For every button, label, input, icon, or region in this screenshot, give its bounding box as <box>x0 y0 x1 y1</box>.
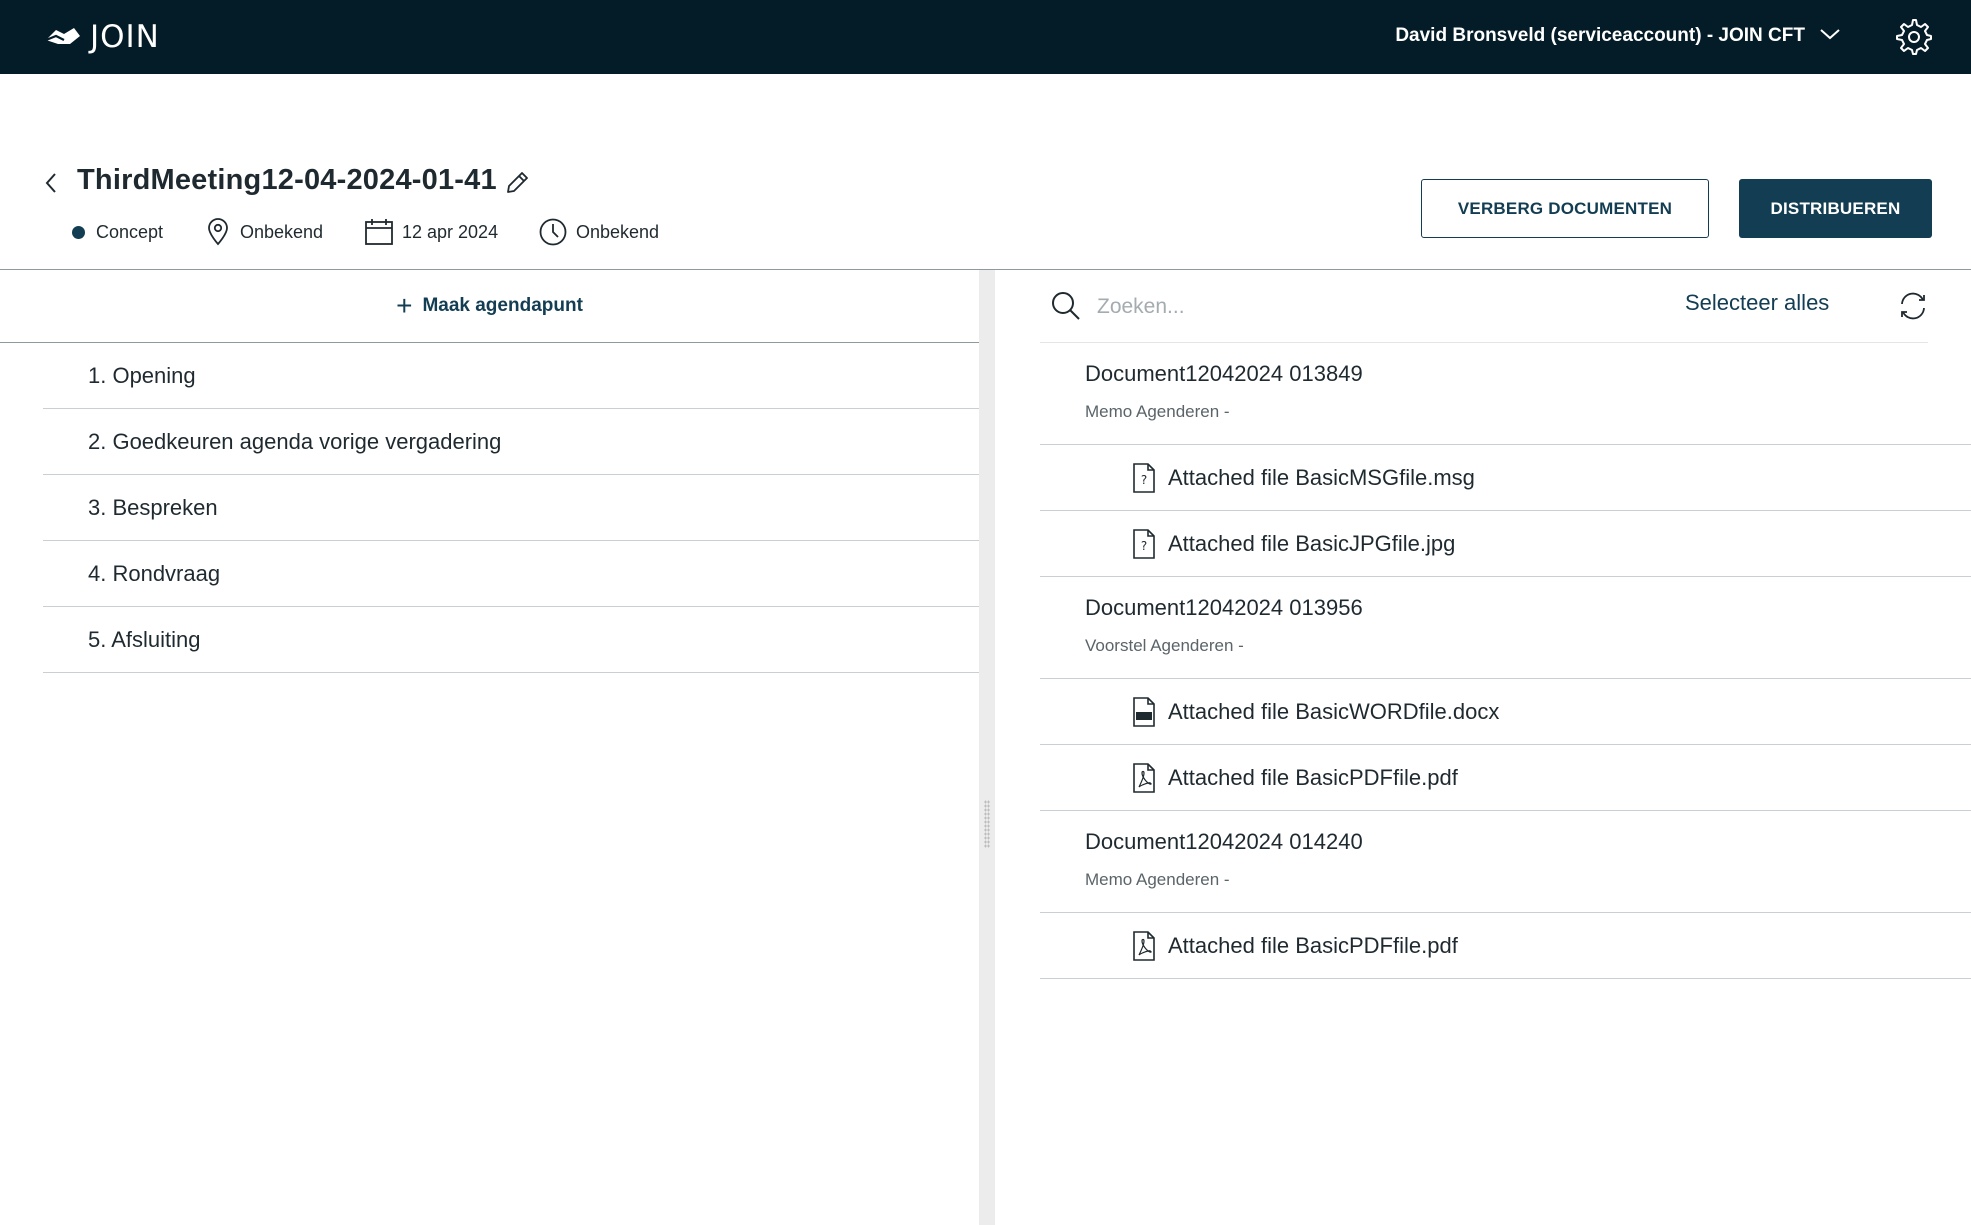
agenda-item-label: 5. Afsluiting <box>88 626 201 652</box>
agenda-item[interactable]: 5. Afsluiting <box>43 607 979 673</box>
location-label: Onbekend <box>240 221 324 242</box>
meeting-title: ThirdMeeting12-04-2024-01-41 <box>77 164 497 196</box>
drag-handle-icon <box>984 800 990 848</box>
plus-icon: + <box>396 290 413 321</box>
agenda-item-label: 4. Rondvraag <box>88 560 221 586</box>
pdf-file-icon <box>1132 931 1156 966</box>
location: Onbekend <box>206 218 323 246</box>
status-dot-icon <box>72 225 85 239</box>
select-all-link[interactable]: Selecteer alles <box>1685 290 1829 316</box>
agenda-pane: + Maak agendapunt 1. Opening 2. Goedkeur… <box>0 270 979 1225</box>
document-name: Document12042024 013849 <box>1085 361 1363 386</box>
document-subtitle: Memo Agenderen - <box>1085 870 1230 889</box>
time-label: Onbekend <box>576 221 660 242</box>
attachment-item[interactable]: Attached file BasicPDFfile.pdf <box>1040 913 1971 979</box>
agenda-item[interactable]: 2. Goedkeuren agenda vorige vergadering <box>43 409 979 475</box>
documents-pane: Selecteer alles Document12042024 013849 … <box>995 270 1971 1225</box>
document-name: Document12042024 013956 <box>1085 595 1363 620</box>
join-logo[interactable]: JOIN <box>44 19 160 55</box>
search-bar: Selecteer alles <box>1040 270 1928 343</box>
pdf-file-icon <box>1132 763 1156 798</box>
status-label: Concept <box>96 221 164 242</box>
location-pin-icon <box>206 218 230 246</box>
meeting-time: Onbekend <box>538 218 659 246</box>
agenda-list: 1. Opening 2. Goedkeuren agenda vorige v… <box>43 343 979 673</box>
account-menu[interactable]: David Bronsveld (serviceaccount) - JOIN … <box>1395 25 1841 47</box>
distribute-button[interactable]: DISTRIBUEREN <box>1739 179 1932 238</box>
attachment-name: Attached file BasicMSGfile.msg <box>1168 465 1475 490</box>
add-agenda-item-label: Maak agendapunt <box>422 295 583 316</box>
document-subtitle: Voorstel Agenderen - <box>1085 636 1244 655</box>
attachment-item[interactable]: ? Attached file BasicMSGfile.msg <box>1040 445 1971 511</box>
join-logo-icon <box>44 24 82 50</box>
hide-documents-button[interactable]: VERBERG DOCUMENTEN <box>1421 179 1709 238</box>
document-item[interactable]: Document12042024 013849 Memo Agenderen - <box>1040 343 1971 445</box>
docx-file-icon <box>1132 697 1156 732</box>
attachment-name: Attached file BasicJPGfile.jpg <box>1168 531 1456 556</box>
document-list: Document12042024 013849 Memo Agenderen -… <box>1040 343 1971 979</box>
calendar-icon <box>364 218 394 246</box>
svg-text:?: ? <box>1141 473 1147 487</box>
attachment-item[interactable]: Attached file BasicPDFfile.pdf <box>1040 745 1971 811</box>
chevron-down-icon <box>1819 25 1841 47</box>
search-input[interactable] <box>1095 288 1599 326</box>
agenda-item[interactable]: 3. Bespreken <box>43 475 979 541</box>
status-badge: Concept <box>72 218 163 246</box>
agenda-item-label: 3. Bespreken <box>88 494 218 520</box>
unknown-file-icon: ? <box>1132 463 1156 498</box>
refresh-icon[interactable] <box>1897 290 1929 327</box>
add-agenda-item-button[interactable]: + Maak agendapunt <box>0 270 979 343</box>
back-chevron-icon[interactable] <box>44 172 58 199</box>
attachment-item[interactable]: Attached file BasicWORDfile.docx <box>1040 679 1971 745</box>
agenda-item-label: 2. Goedkeuren agenda vorige vergadering <box>88 428 502 454</box>
logo-text: JOIN <box>90 19 160 55</box>
search-icon[interactable] <box>1050 290 1082 327</box>
agenda-item[interactable]: 1. Opening <box>43 343 979 409</box>
agenda-item-label: 1. Opening <box>88 362 196 388</box>
attachment-name: Attached file BasicPDFfile.pdf <box>1168 765 1458 790</box>
agenda-item[interactable]: 4. Rondvraag <box>43 541 979 607</box>
document-name: Document12042024 014240 <box>1085 829 1363 854</box>
date-label: 12 apr 2024 <box>402 221 499 242</box>
document-subtitle: Memo Agenderen - <box>1085 402 1230 421</box>
account-label: David Bronsveld (serviceaccount) - JOIN … <box>1395 25 1805 46</box>
meeting-date: 12 apr 2024 <box>364 218 498 246</box>
pencil-icon[interactable] <box>504 170 530 201</box>
top-bar: JOIN David Bronsveld (serviceaccount) - … <box>0 0 1971 74</box>
unknown-file-icon: ? <box>1132 529 1156 564</box>
clock-icon <box>538 217 568 247</box>
pane-splitter[interactable] <box>979 270 995 1225</box>
attachment-name: Attached file BasicPDFfile.pdf <box>1168 933 1458 958</box>
document-item[interactable]: Document12042024 013956 Voorstel Agender… <box>1040 577 1971 679</box>
svg-text:?: ? <box>1141 539 1147 553</box>
document-item[interactable]: Document12042024 014240 Memo Agenderen - <box>1040 811 1971 913</box>
attachment-name: Attached file BasicWORDfile.docx <box>1168 699 1500 724</box>
gear-icon[interactable] <box>1895 18 1933 61</box>
attachment-item[interactable]: ? Attached file BasicJPGfile.jpg <box>1040 511 1971 577</box>
